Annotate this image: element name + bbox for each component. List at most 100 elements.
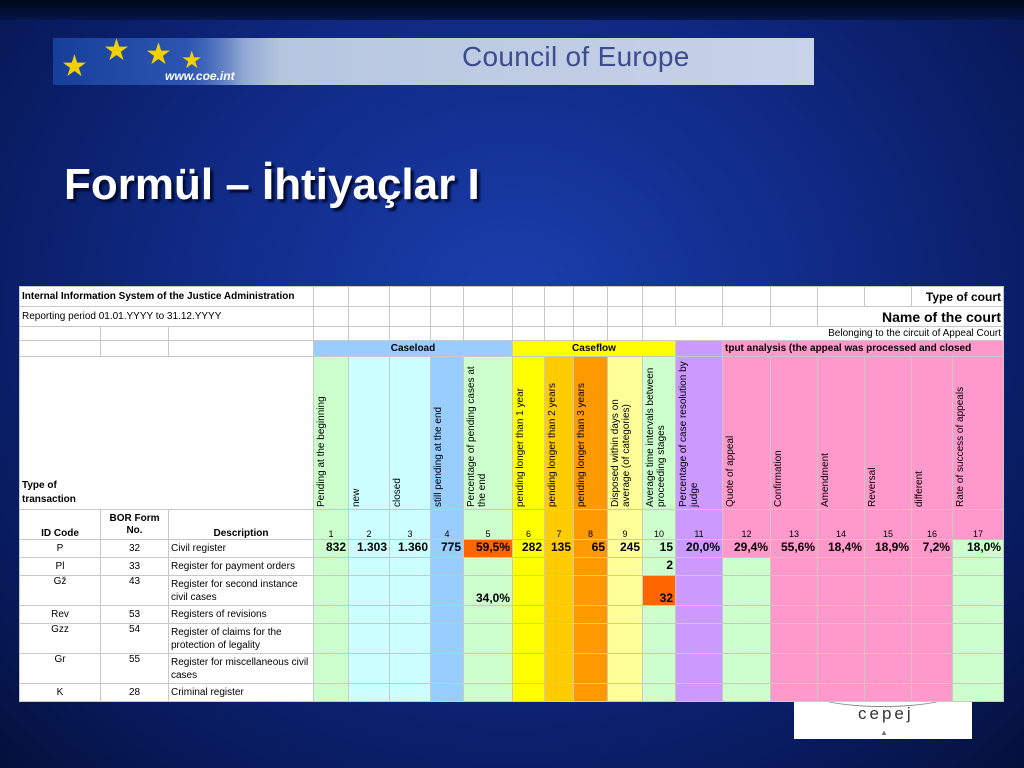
reporting-period: Reporting period 01.01.YYYY to 31.12.YYY… — [19, 306, 314, 327]
value-cell: 18,4% — [817, 539, 865, 558]
table-row: Gzz 54 Register of claims for the protec… — [19, 623, 1004, 654]
value-cell: 245 — [607, 539, 643, 558]
star-icon: ★ — [103, 34, 130, 67]
value-cell: 2 — [642, 557, 676, 576]
column-number: 14 — [817, 509, 865, 540]
row-description: Register for second instance civil cases — [168, 575, 314, 606]
cepej-text: cepej — [858, 704, 914, 723]
column-header: different — [914, 471, 925, 507]
description-header: Description — [168, 509, 314, 540]
id-code: P — [19, 539, 101, 558]
value-cell: 20,0% — [675, 539, 723, 558]
bor-number: 43 — [100, 575, 169, 606]
table-row: Gž 43 Register for second instance civil… — [19, 575, 1004, 606]
id-code: Gr — [19, 653, 101, 684]
value-cell: 59,5% — [463, 539, 513, 558]
id-code-header: ID Code — [19, 509, 101, 540]
id-code: K — [19, 683, 101, 702]
bor-number: 55 — [100, 653, 169, 684]
star-icon: ★ — [61, 50, 88, 83]
council-of-europe-banner: ★ ★ ★ ★ www.coe.int Council of Europe — [53, 34, 814, 85]
column-header: Amendment — [820, 453, 831, 507]
column-header: pending longer than 2 years — [547, 383, 558, 507]
row-description: Register for miscellaneous civil cases — [168, 653, 314, 684]
column-number: 16 — [911, 509, 953, 540]
column-header: Reversal — [867, 467, 878, 507]
column-header: Quote of appeal — [725, 435, 736, 507]
value-cell: 1.303 — [348, 539, 390, 558]
table-row: P 32 Civil register 832 1.303 1.360 775 … — [19, 539, 1004, 558]
row-description: Civil register — [168, 539, 314, 558]
column-number: 9 — [607, 509, 643, 540]
statistics-table: Internal Information System of the Justi… — [19, 286, 1004, 702]
row-description: Criminal register — [168, 683, 314, 702]
column-number: 10 — [642, 509, 676, 540]
value-cell: 135 — [544, 539, 574, 558]
column-number: 12 — [722, 509, 771, 540]
bor-form-header: BOR Form No. — [100, 509, 169, 540]
column-number: 6 — [512, 509, 545, 540]
value-cell: 55,6% — [770, 539, 818, 558]
type-of-transaction-label: Type of transaction — [22, 480, 76, 505]
banner-org-name: Council of Europe — [462, 41, 690, 72]
value-cell: 1.360 — [389, 539, 431, 558]
value-cell: 15 — [642, 539, 676, 558]
column-number: 4 — [430, 509, 464, 540]
id-code: Gž — [19, 575, 101, 606]
column-number: 5 — [463, 509, 513, 540]
name-of-court: Name of the court — [817, 306, 1004, 327]
star-icon: ★ — [145, 38, 172, 71]
row-description: Register for payment orders — [168, 557, 314, 576]
column-number: 17 — [952, 509, 1004, 540]
value-cell: 18,0% — [952, 539, 1004, 558]
column-number: 8 — [573, 509, 608, 540]
banner-url: www.coe.int — [165, 69, 235, 83]
value-cell: 65 — [573, 539, 608, 558]
bor-number: 33 — [100, 557, 169, 576]
table-row: Gr 55 Register for miscellaneous civil c… — [19, 653, 1004, 684]
value-cell: 18,9% — [864, 539, 912, 558]
column-number: 11 — [675, 509, 723, 540]
column-header: Rate of success of appeals — [955, 386, 966, 507]
id-code: Rev — [19, 605, 101, 624]
group-caseflow: Caseflow — [512, 340, 676, 357]
row-description: Register of claims for the protection of… — [168, 623, 314, 654]
column-header: Percentage of case resolution by judge — [678, 361, 700, 507]
column-number: 15 — [864, 509, 912, 540]
column-number: 2 — [348, 509, 390, 540]
column-header: pending longer than 3 years — [576, 383, 587, 507]
bor-number: 54 — [100, 623, 169, 654]
bor-number: 53 — [100, 605, 169, 624]
column-number: 3 — [389, 509, 431, 540]
value-cell: 29,4% — [722, 539, 771, 558]
column-header: pending longer than 1 year — [515, 388, 526, 507]
appeal-circuit: Belonging to the circuit of Appeal Court — [642, 326, 1004, 341]
column-number: 1 — [313, 509, 349, 540]
column-header: Disposed within days on average (of cate… — [610, 399, 632, 507]
type-of-court-label: Type of court — [911, 286, 1004, 307]
triangle-icon: ▲ — [880, 728, 888, 737]
bor-number: 28 — [100, 683, 169, 702]
group-output: tput analysis (the appeal was processed … — [722, 340, 1004, 357]
column-header: new — [351, 488, 362, 507]
column-header: Percentage of pending cases at the end — [466, 366, 488, 507]
id-code: Gzz — [19, 623, 101, 654]
column-number: 7 — [544, 509, 574, 540]
slide-title: Formül – İhtiyaçlar I — [64, 160, 480, 209]
bor-number: 32 — [100, 539, 169, 558]
value-cell: 32 — [642, 575, 676, 606]
row-description: Registers of revisions — [168, 605, 314, 624]
column-header: closed — [392, 478, 403, 507]
column-header: Average time intervals between proceedin… — [645, 367, 667, 507]
table-row: K 28 Criminal register — [19, 683, 1004, 702]
spreadsheet: Internal Information System of the Justi… — [19, 286, 1004, 702]
value-cell: 34,0% — [463, 575, 513, 606]
id-code: Pl — [19, 557, 101, 576]
value-cell: 282 — [512, 539, 545, 558]
system-title: Internal Information System of the Justi… — [19, 286, 314, 307]
group-caseload: Caseload — [313, 340, 513, 357]
column-header: Pending at the beginning — [316, 396, 327, 507]
column-header: Confirmation — [773, 450, 784, 507]
column-number: 13 — [770, 509, 818, 540]
column-header: still pending at the end — [433, 406, 444, 507]
